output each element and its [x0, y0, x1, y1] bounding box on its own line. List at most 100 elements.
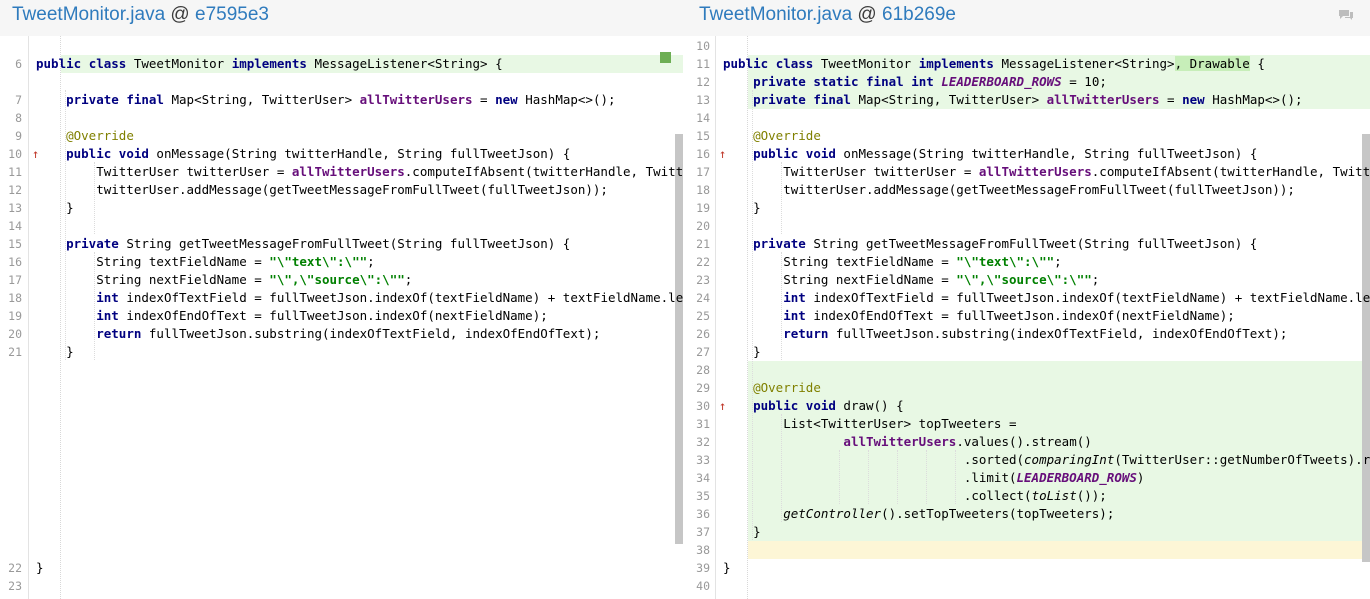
right-code-text: } [723, 200, 761, 215]
left-line-number[interactable]: 7 [0, 91, 22, 109]
right-line-number[interactable]: 25 [690, 307, 710, 325]
left-code-text: public void onMessage(String twitterHand… [66, 146, 571, 161]
right-code-text: @Override [753, 380, 821, 395]
right-line-number[interactable]: 38 [690, 541, 710, 559]
right-line-number[interactable]: 24 [690, 289, 710, 307]
right-code-line: 33 .sorted(comparingInt(TwitterUser::get… [690, 451, 1370, 469]
right-code-line: 39} [690, 559, 1370, 577]
right-line-number[interactable]: 35 [690, 487, 710, 505]
left-file-link[interactable]: TweetMonitor.java [12, 4, 165, 25]
left-commit-link[interactable]: e7595e3 [195, 4, 269, 25]
left-code-pane[interactable]: 6 public class TweetMonitor implements Me… [0, 36, 690, 599]
left-code-text: TwitterUser twitterUser = allTwitterUser… [36, 164, 684, 179]
left-line-number[interactable]: 21 [0, 343, 22, 361]
right-line-number[interactable]: 14 [690, 109, 710, 127]
right-line-number[interactable]: 29 [690, 379, 710, 397]
left-line-number[interactable]: 19 [0, 307, 22, 325]
left-line-number[interactable]: 15 [0, 235, 22, 253]
left-code-line: 8 [0, 109, 690, 127]
right-code-line: 38 [690, 541, 1370, 559]
right-line-number[interactable]: 27 [690, 343, 710, 361]
right-line-number[interactable]: 32 [690, 433, 710, 451]
left-line-number[interactable]: 12 [0, 181, 22, 199]
left-line-number[interactable]: 18 [0, 289, 22, 307]
comment-icon[interactable] [1338, 9, 1354, 21]
left-code-text: String textFieldName = "\"text\":\""; [36, 254, 375, 269]
left-line-number[interactable]: 14 [0, 217, 22, 235]
right-code-text: String nextFieldName = "\",\"source\":\"… [723, 272, 1100, 287]
right-line-number[interactable]: 34 [690, 469, 710, 487]
left-line-number[interactable]: 23 [0, 577, 22, 595]
right-line-number[interactable]: 17 [690, 163, 710, 181]
right-code-text: TwitterUser twitterUser = allTwitterUser… [723, 164, 1370, 179]
left-line-number[interactable]: 9 [0, 127, 22, 145]
right-code-text: } [723, 524, 761, 539]
right-code-text: return fullTweetJson.substring(indexOfTe… [783, 326, 1288, 341]
right-code-text: getController().setTopTweeters(topTweete… [783, 506, 1115, 521]
left-code-line: 7 private final Map<String, TwitterUser>… [0, 91, 690, 109]
left-line-number[interactable]: 20 [0, 325, 22, 343]
left-code-text: int indexOfEndOfText = fullTweetJson.ind… [96, 308, 548, 323]
left-code-text: twitterUser.addMessage(getTweetMessageFr… [36, 182, 608, 197]
right-line-number[interactable]: 26 [690, 325, 710, 343]
right-code-line: 27 } [690, 343, 1370, 361]
right-line-number[interactable]: 37 [690, 523, 710, 541]
right-line-number[interactable]: 22 [690, 253, 710, 271]
right-code-text: allTwitterUsers.values().stream() [843, 434, 1092, 449]
left-code-text: private String getTweetMessageFromFullTw… [66, 236, 571, 251]
right-line-number[interactable]: 39 [690, 559, 710, 577]
right-line-number[interactable]: 40 [690, 577, 710, 595]
right-line-number[interactable]: 28 [690, 361, 710, 379]
right-line-number[interactable]: 15 [690, 127, 710, 145]
right-line-number[interactable]: 20 [690, 217, 710, 235]
right-line-number[interactable]: 21 [690, 235, 710, 253]
right-code-pane[interactable]: 10 11 public class TweetMonitor implements… [690, 36, 1370, 599]
right-code-line: 32 allTwitterUsers.values().stream() [690, 433, 1370, 451]
right-line-number[interactable]: 33 [690, 451, 710, 469]
right-line-number[interactable]: 16 [690, 145, 710, 163]
left-code-line: 21 } [0, 343, 690, 361]
right-line-number[interactable]: 23 [690, 271, 710, 289]
left-line-number[interactable]: 13 [0, 199, 22, 217]
right-code-line: 40 [690, 577, 1370, 595]
left-code-line: 20 return fullTweetJson.substring(indexO… [0, 325, 690, 343]
right-line-number[interactable]: 11 [690, 55, 710, 73]
left-line-number[interactable]: 11 [0, 163, 22, 181]
right-code-line: 20 [690, 217, 1370, 235]
left-line-number[interactable]: 6 [0, 55, 22, 73]
right-line-number[interactable]: 13 [690, 91, 710, 109]
right-file-link[interactable]: TweetMonitor.java [699, 4, 852, 25]
left-line-number[interactable]: 17 [0, 271, 22, 289]
left-line-number[interactable]: 22 [0, 559, 22, 577]
left-line-number[interactable]: 10 [0, 145, 22, 163]
left-code-line: 9 @Override [0, 127, 690, 145]
left-code-line: 11 TwitterUser twitterUser = allTwitterU… [0, 163, 690, 181]
right-line-number[interactable]: 19 [690, 199, 710, 217]
right-line-number[interactable]: 18 [690, 181, 710, 199]
right-code-line: 14 [690, 109, 1370, 127]
left-code-line: 17 String nextFieldName = "\",\"source\"… [0, 271, 690, 289]
right-line-number[interactable]: 36 [690, 505, 710, 523]
left-code-text: } [36, 200, 74, 215]
left-file-title: TweetMonitor.java @ e7595e3 [12, 4, 269, 26]
right-line-number[interactable]: 12 [690, 73, 710, 91]
left-code-text: return fullTweetJson.substring(indexOfTe… [96, 326, 601, 341]
right-code-text: } [723, 560, 731, 575]
left-code-line: 22} [0, 559, 690, 577]
right-code-line: 11 public class TweetMonitor implements M… [690, 55, 1370, 73]
right-code-text: public void onMessage(String twitterHand… [753, 146, 1258, 161]
right-code-line: 31 List<TwitterUser> topTweeters = [690, 415, 1370, 433]
right-code-line: 21 private String getTweetMessageFromFul… [690, 235, 1370, 253]
right-line-number[interactable]: 30 [690, 397, 710, 415]
left-at-sign: @ [170, 4, 190, 25]
right-code-line: 36 getController().setTopTweeters(topTwe… [690, 505, 1370, 523]
right-code-line: 12 private static final int LEADERBOARD_… [690, 73, 1370, 91]
right-commit-link[interactable]: 61b269e [882, 4, 956, 25]
left-code-line: 10 ↑ public void onMessage(String twitter… [0, 145, 690, 163]
left-line-number[interactable]: 8 [0, 109, 22, 127]
left-line-number[interactable]: 16 [0, 253, 22, 271]
right-code-line: 23 String nextFieldName = "\",\"source\"… [690, 271, 1370, 289]
right-line-number[interactable]: 31 [690, 415, 710, 433]
right-line-number[interactable]: 10 [690, 37, 710, 55]
left-code-text: public class TweetMonitor implements Mes… [36, 56, 503, 71]
